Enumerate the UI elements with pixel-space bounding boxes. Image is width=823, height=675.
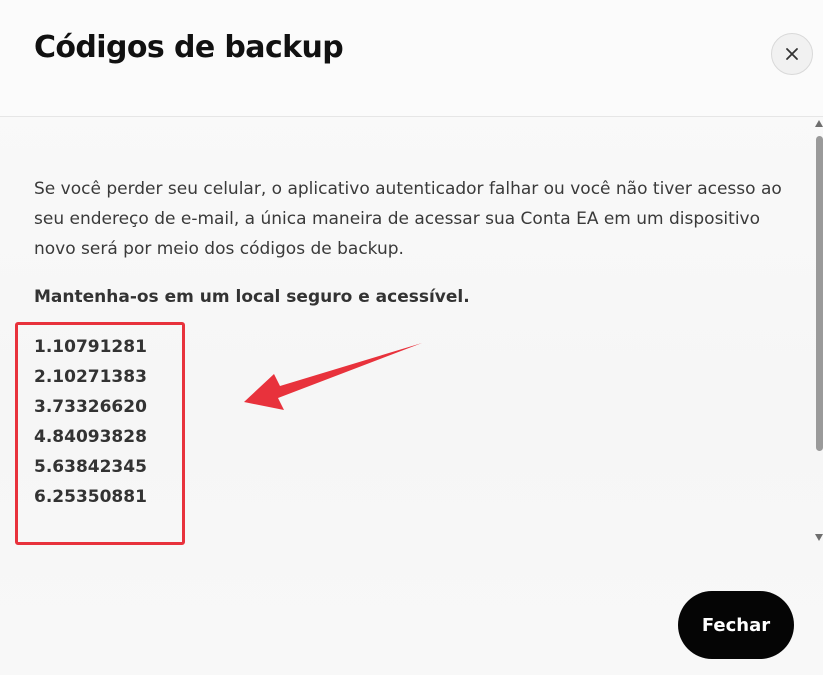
chevron-up-icon[interactable]: [815, 120, 823, 127]
close-icon: [785, 47, 799, 61]
close-dialog-button[interactable]: Fechar: [678, 591, 794, 659]
safekeeping-notice: Mantenha-os em um local seguro e acessív…: [34, 287, 470, 307]
scrollbar-thumb[interactable]: [816, 136, 823, 451]
backup-code: 6.25350881: [34, 487, 147, 507]
dialog-title: Códigos de backup: [34, 30, 344, 65]
dialog-header: Códigos de backup: [0, 0, 823, 117]
close-button[interactable]: [771, 33, 813, 75]
backup-code: 2.10271383: [34, 367, 147, 387]
arrow-icon: [244, 343, 422, 410]
backup-codes-list: 1.10791281 2.10271383 3.73326620 4.84093…: [34, 332, 147, 512]
dialog-description: Se você perder seu celular, o aplicativo…: [34, 179, 782, 259]
backup-codes-dialog: Códigos de backup Se você perder seu cel…: [0, 0, 823, 675]
backup-code: 3.73326620: [34, 397, 147, 417]
backup-code: 4.84093828: [34, 427, 147, 447]
chevron-down-icon[interactable]: [815, 534, 823, 541]
backup-code: 5.63842345: [34, 457, 147, 477]
scrollbar[interactable]: [815, 116, 823, 546]
backup-code: 1.10791281: [34, 337, 147, 357]
